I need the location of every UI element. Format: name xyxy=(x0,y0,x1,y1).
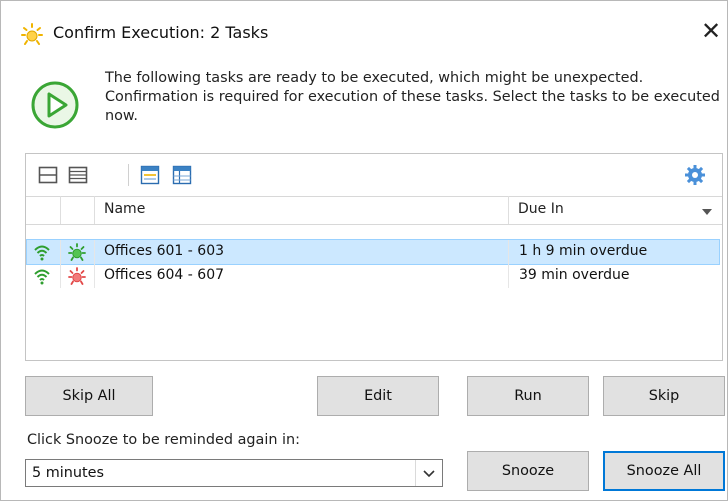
header-name-column[interactable]: Name xyxy=(94,196,509,224)
snooze-label: Click Snooze to be reminded again in: xyxy=(27,432,301,448)
row-divider xyxy=(94,240,95,264)
task-name: Offices 604 - 607 xyxy=(104,267,225,283)
task-sun-icon xyxy=(21,23,43,45)
row-divider xyxy=(508,240,509,264)
task-name: Offices 601 - 603 xyxy=(104,243,225,259)
close-icon[interactable]: ✕ xyxy=(701,19,721,43)
table-row[interactable]: Offices 601 - 603 1 h 9 min overdue xyxy=(26,239,720,265)
details-view-icon[interactable] xyxy=(140,165,160,185)
chevron-down-icon xyxy=(423,470,435,478)
title-bar: Confirm Execution: 2 Tasks ✕ xyxy=(1,1,727,59)
row-divider xyxy=(94,264,95,288)
red-task-icon xyxy=(68,267,86,285)
columns-view-icon[interactable] xyxy=(172,165,192,185)
run-play-icon xyxy=(31,81,79,129)
run-button[interactable]: Run xyxy=(467,376,589,416)
header-due-column[interactable]: Due In xyxy=(508,196,720,224)
header-status-column[interactable] xyxy=(26,196,61,224)
gear-icon[interactable] xyxy=(684,164,706,186)
group-view-icon[interactable] xyxy=(38,165,58,185)
header-due-label: Due In xyxy=(518,201,564,217)
table-row[interactable]: Offices 604 - 607 39 min overdue xyxy=(26,264,720,288)
header-name-label: Name xyxy=(104,201,146,217)
snooze-interval-select[interactable]: 5 minutes xyxy=(25,459,443,487)
toolbar-separator xyxy=(128,164,129,186)
snooze-all-button[interactable]: Snooze All xyxy=(603,451,725,491)
grid-toolbar xyxy=(26,154,722,197)
sort-dropdown-icon[interactable] xyxy=(702,209,712,215)
wifi-online-icon xyxy=(34,269,50,285)
task-grid: Name Due In Offices 601 - 603 1 h 9 min … xyxy=(25,153,723,361)
task-due: 1 h 9 min overdue xyxy=(519,243,648,259)
wifi-online-icon xyxy=(34,245,50,261)
list-view-icon[interactable] xyxy=(68,165,88,185)
task-due: 39 min overdue xyxy=(519,267,630,283)
row-divider xyxy=(508,264,509,288)
row-divider xyxy=(60,264,61,288)
grid-header: Name Due In xyxy=(26,196,722,225)
header-icon-column[interactable] xyxy=(60,196,95,224)
edit-button[interactable]: Edit xyxy=(317,376,439,416)
skip-all-button[interactable]: Skip All xyxy=(25,376,153,416)
skip-button[interactable]: Skip xyxy=(603,376,725,416)
explanation-text: The following tasks are ready to be exec… xyxy=(105,70,720,124)
green-task-icon xyxy=(68,243,86,261)
snooze-button[interactable]: Snooze xyxy=(467,451,589,491)
window-title: Confirm Execution: 2 Tasks xyxy=(53,23,269,42)
row-divider xyxy=(60,240,61,264)
dropdown-button[interactable] xyxy=(415,460,442,486)
confirm-execution-dialog: Confirm Execution: 2 Tasks ✕ The followi… xyxy=(0,0,728,501)
snooze-interval-value: 5 minutes xyxy=(32,465,104,481)
